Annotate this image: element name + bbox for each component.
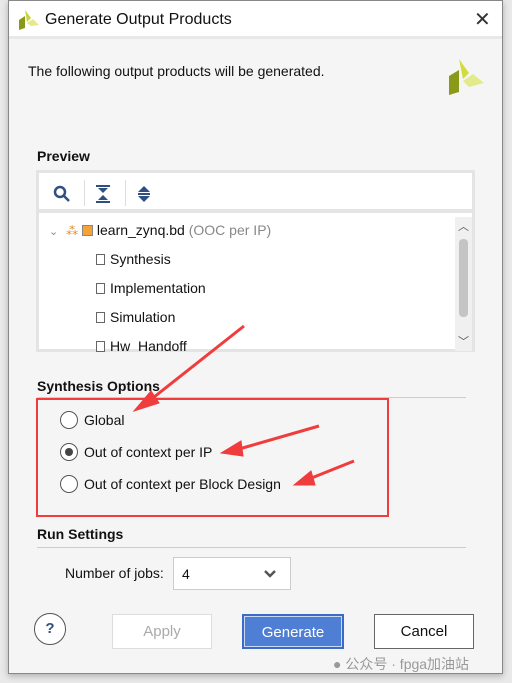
scroll-down-icon[interactable]: ﹀ bbox=[458, 333, 469, 349]
tree-item[interactable]: Hw_Handoff bbox=[96, 338, 187, 352]
title-bar: Generate Output Products ✕ bbox=[9, 1, 502, 39]
vivado-logo-icon bbox=[449, 59, 484, 95]
tree-item-root[interactable]: ⌄ ⁂ learn_zynq.bd (OOC per IP) bbox=[49, 222, 271, 251]
generate-button[interactable]: Generate bbox=[242, 614, 344, 649]
tree-item-label: Implementation bbox=[110, 280, 206, 296]
collapse-all-icon[interactable] bbox=[95, 185, 111, 203]
scroll-up-icon[interactable]: ︿ bbox=[458, 218, 469, 234]
file-icon bbox=[96, 254, 105, 265]
description-text: The following output products will be ge… bbox=[28, 63, 325, 79]
preview-tree: ⌄ ⁂ learn_zynq.bd (OOC per IP) Synthesis… bbox=[39, 217, 472, 352]
jobs-select-value: 4 bbox=[182, 566, 190, 582]
vertical-scrollbar[interactable]: ︿ ﹀ bbox=[455, 217, 472, 351]
radio-ooc-per-bd[interactable] bbox=[60, 475, 78, 493]
chevron-down-icon[interactable] bbox=[263, 569, 277, 579]
help-button[interactable]: ? bbox=[34, 613, 66, 645]
toolbar-separator bbox=[125, 180, 126, 206]
radio-ooc-per-ip[interactable] bbox=[60, 443, 78, 461]
apply-button[interactable]: Apply bbox=[112, 614, 212, 649]
file-icon bbox=[96, 341, 105, 352]
hierarchy-icon: ⁂ bbox=[66, 224, 79, 238]
tree-item-label: learn_zynq.bd bbox=[96, 222, 185, 238]
cancel-button[interactable]: Cancel bbox=[374, 614, 474, 649]
close-icon[interactable]: ✕ bbox=[474, 7, 491, 32]
vivado-logo-icon bbox=[19, 10, 39, 30]
preview-toolbar bbox=[39, 173, 472, 213]
toolbar-separator bbox=[84, 180, 85, 206]
tree-item-label: Hw_Handoff bbox=[110, 338, 187, 352]
divider bbox=[37, 547, 466, 548]
preview-heading: Preview bbox=[37, 148, 90, 164]
search-icon[interactable] bbox=[53, 185, 71, 203]
preview-panel: ⌄ ⁂ learn_zynq.bd (OOC per IP) Synthesis… bbox=[36, 170, 475, 352]
tree-item[interactable]: Simulation bbox=[96, 309, 175, 338]
radio-global[interactable] bbox=[60, 411, 78, 429]
watermark: ● 公众号 · fpga加油站 bbox=[333, 654, 469, 674]
file-icon bbox=[96, 283, 105, 294]
synthesis-options-heading: Synthesis Options bbox=[37, 378, 160, 394]
run-settings-heading: Run Settings bbox=[37, 526, 124, 542]
tree-item-label: Synthesis bbox=[110, 251, 171, 267]
dialog-title: Generate Output Products bbox=[45, 11, 232, 28]
tree-item[interactable]: Synthesis bbox=[96, 251, 171, 280]
tree-item[interactable]: Implementation bbox=[96, 280, 206, 309]
wechat-icon: ● bbox=[333, 656, 342, 672]
expand-all-icon[interactable] bbox=[137, 185, 151, 203]
watermark-text: 公众号 · fpga加油站 bbox=[345, 656, 470, 672]
tree-item-label: Simulation bbox=[110, 309, 176, 325]
chevron-down-icon[interactable]: ⌄ bbox=[49, 226, 58, 238]
jobs-label: Number of jobs: bbox=[65, 565, 164, 581]
block-design-icon bbox=[82, 225, 93, 236]
scrollbar-thumb[interactable] bbox=[459, 239, 468, 317]
file-icon bbox=[96, 312, 105, 323]
radio-ooc-per-ip-label[interactable]: Out of context per IP bbox=[84, 444, 212, 460]
jobs-select[interactable]: 4 bbox=[173, 557, 291, 590]
radio-global-label[interactable]: Global bbox=[84, 412, 124, 428]
radio-ooc-per-bd-label[interactable]: Out of context per Block Design bbox=[84, 476, 281, 492]
generate-output-products-dialog: Generate Output Products ✕ The following… bbox=[8, 0, 503, 674]
tree-item-suffix: (OOC per IP) bbox=[188, 222, 272, 238]
